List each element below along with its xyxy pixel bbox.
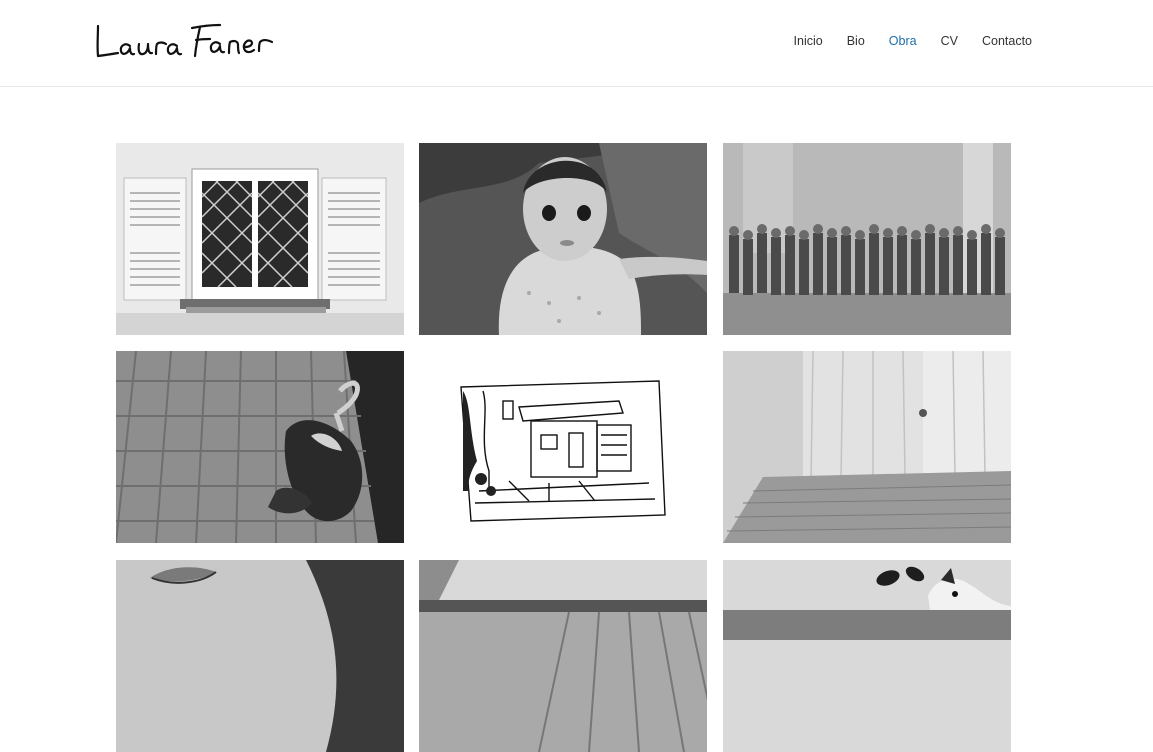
gallery-tile-lips[interactable] xyxy=(116,560,404,752)
gallery-tile-window[interactable] xyxy=(116,143,404,335)
gallery-tile-empty-room[interactable] xyxy=(723,351,1011,543)
house-ink-drawing-image xyxy=(419,351,707,543)
site-header: Inicio Bio Obra CV Contacto xyxy=(0,0,1153,87)
gallery-tile-baby[interactable] xyxy=(419,143,707,335)
window-with-shutters-image xyxy=(116,143,404,335)
group-of-people-image xyxy=(723,143,1011,335)
gallery-tile-house-drawing[interactable] xyxy=(419,351,707,543)
gallery-tile-group[interactable] xyxy=(723,143,1011,335)
baby-portrait-image xyxy=(419,143,707,335)
wooden-deck-image xyxy=(419,560,707,752)
main-nav: Inicio Bio Obra CV Contacto xyxy=(770,33,1032,49)
woman-lips-closeup-image xyxy=(116,560,404,752)
nav-item-bio[interactable]: Bio xyxy=(847,33,865,49)
dog-on-sofa-image xyxy=(723,560,1011,752)
gallery-tile-deck[interactable] xyxy=(419,560,707,752)
empty-curtained-room-image xyxy=(723,351,1011,543)
nav-item-inicio[interactable]: Inicio xyxy=(794,33,823,49)
logo-signature-image xyxy=(96,23,274,58)
gallery-tile-dog-sofa[interactable] xyxy=(723,560,1011,752)
gallery-tile-dog-sidewalk[interactable] xyxy=(116,351,404,543)
nav-item-contacto[interactable]: Contacto xyxy=(982,33,1032,49)
nav-item-cv[interactable]: CV xyxy=(941,33,958,49)
nav-item-obra[interactable]: Obra xyxy=(889,33,917,49)
dog-on-sidewalk-image xyxy=(116,351,404,543)
